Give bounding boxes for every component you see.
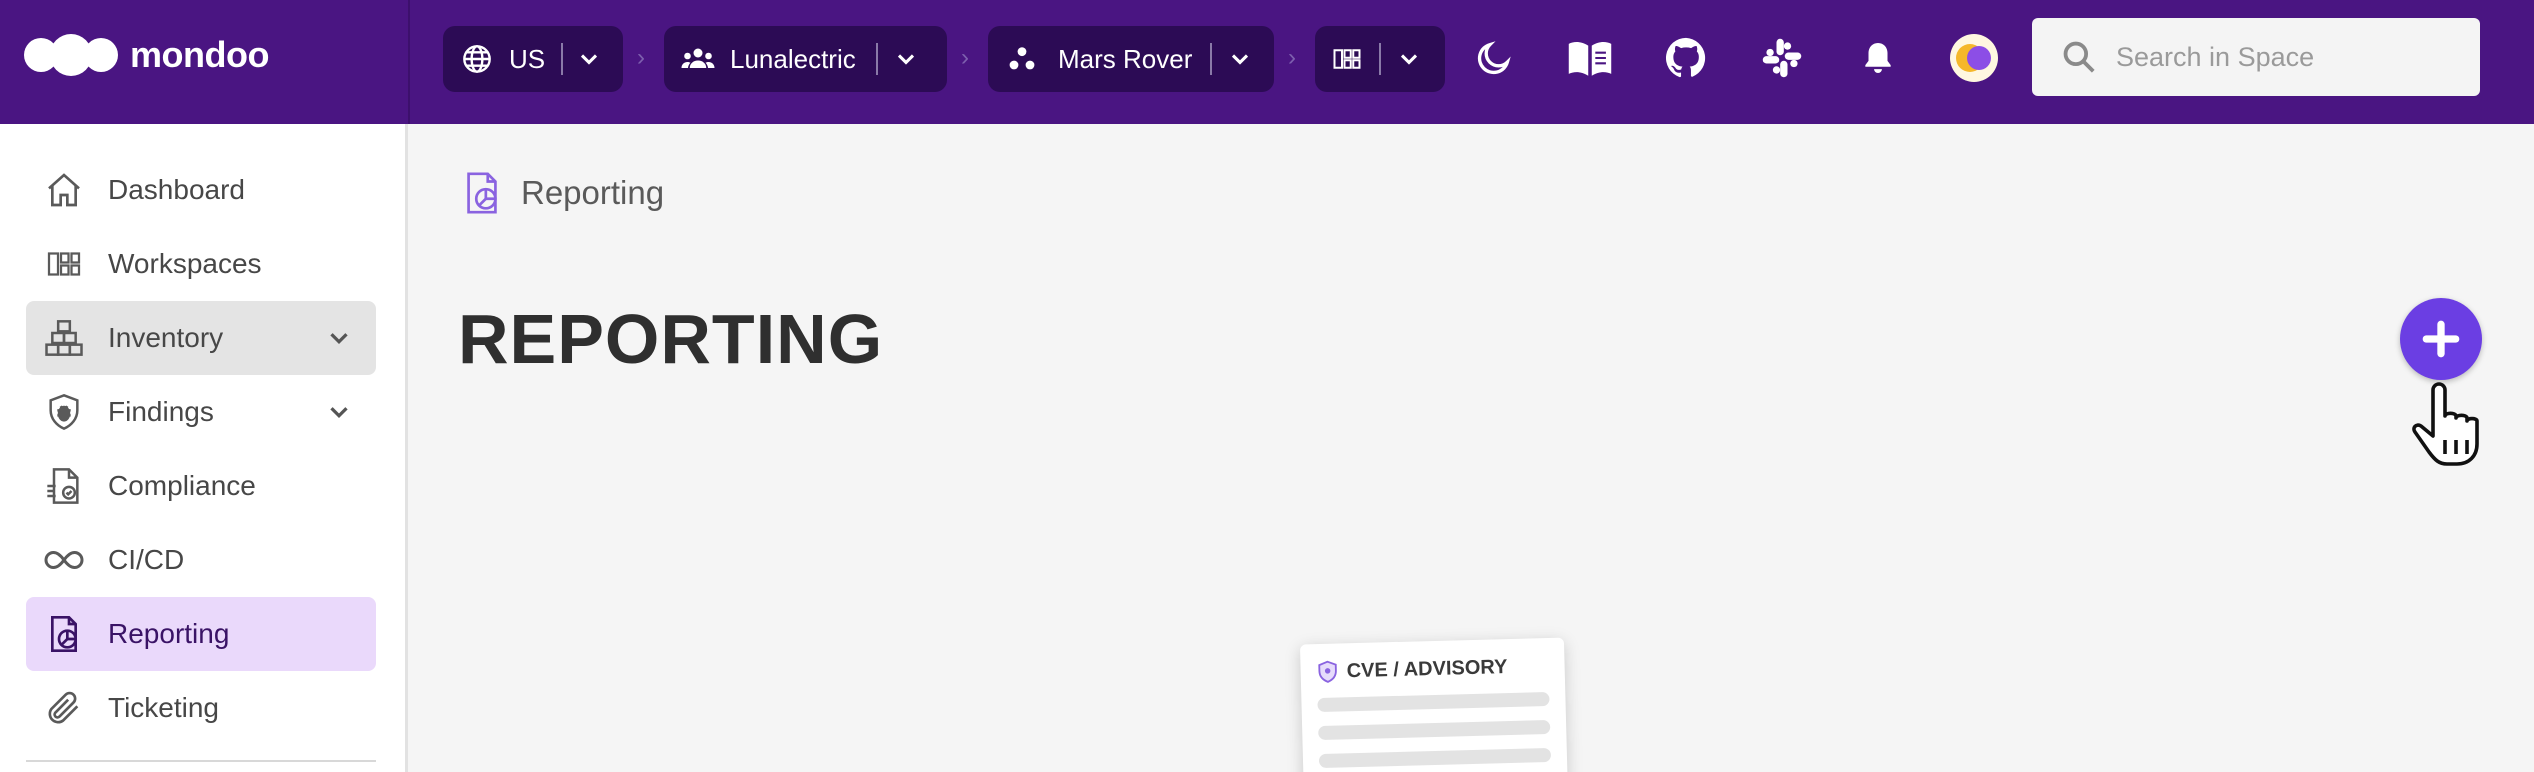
organization-selector[interactable]: Lunalectric xyxy=(664,26,947,92)
top-bar: mondoo US › Lunalectric › Mars Rover › S… xyxy=(0,0,2534,124)
sidebar-item-dashboard[interactable]: Dashboard xyxy=(26,153,376,227)
space-label: Mars Rover xyxy=(1058,43,1193,74)
mondoo-logo[interactable]: mondoo xyxy=(24,34,269,76)
compliance-document-check-icon xyxy=(42,464,86,508)
region-selector[interactable]: US xyxy=(443,26,623,92)
space-selector[interactable]: Mars Rover xyxy=(988,26,1274,92)
workspaces-icon xyxy=(42,242,86,286)
home-icon xyxy=(42,168,86,212)
sidebar-item-label: Dashboard xyxy=(108,174,245,205)
logo-text: mondoo xyxy=(130,34,269,75)
sidebar-item-workspaces[interactable]: Workspaces xyxy=(26,227,376,301)
sidebar-item-cicd[interactable]: CI/CD xyxy=(26,523,376,597)
breadcrumb-arrow-icon: › xyxy=(961,44,969,71)
crumb-separator xyxy=(1210,43,1213,75)
infinity-icon xyxy=(42,538,86,582)
sidebar-item-findings[interactable]: Findings xyxy=(26,375,376,449)
placeholder-line xyxy=(1318,747,1552,769)
breadcrumb-arrow-icon: › xyxy=(1288,44,1296,71)
slack-icon[interactable] xyxy=(1758,34,1806,82)
crumb-separator xyxy=(875,43,878,75)
organization-label: Lunalectric xyxy=(730,43,856,74)
empty-state-illustration-card: CVE / ADVISORY xyxy=(1299,637,1569,772)
chevron-down-icon[interactable] xyxy=(892,45,920,73)
findings-shield-bug-icon xyxy=(42,390,86,434)
placeholder-line xyxy=(1317,691,1550,713)
space-icon xyxy=(1004,41,1040,77)
sidebar-item-label: CI/CD xyxy=(108,544,185,575)
sidebar: Dashboard Workspaces Inventory Findings … xyxy=(0,124,408,772)
breadcrumb-arrow-icon: › xyxy=(637,44,645,71)
github-icon[interactable] xyxy=(1662,34,1710,82)
reporting-document-icon xyxy=(42,612,86,656)
sidebar-item-label: Findings xyxy=(108,396,214,427)
paperclip-icon xyxy=(42,686,86,730)
group-icon xyxy=(680,41,716,77)
chevron-down-icon[interactable] xyxy=(324,323,354,353)
crumb-separator xyxy=(561,43,564,75)
search-box[interactable] xyxy=(2032,18,2480,96)
chevron-down-icon[interactable] xyxy=(324,397,354,427)
breadcrumb: Reporting xyxy=(459,170,664,216)
inventory-boxes-icon xyxy=(42,316,86,360)
user-avatar[interactable] xyxy=(1950,34,1998,82)
page-title: REPORTING xyxy=(458,300,884,378)
placeholder-line xyxy=(1318,719,1551,741)
sidebar-item-label: Inventory xyxy=(108,322,224,353)
docs-book-icon[interactable] xyxy=(1566,34,1614,82)
sidebar-item-ticketing[interactable]: Ticketing xyxy=(26,671,376,745)
dark-mode-icon[interactable] xyxy=(1470,34,1518,82)
main-content: Reporting REPORTING CVE / ADVISORY xyxy=(411,124,2534,772)
search-icon xyxy=(2060,38,2098,76)
card-title: CVE / ADVISORY xyxy=(1346,655,1508,682)
sidebar-divider xyxy=(26,760,376,762)
breadcrumb-label[interactable]: Reporting xyxy=(521,174,664,212)
add-report-button[interactable] xyxy=(2400,298,2482,380)
workspace-selector[interactable] xyxy=(1315,26,1445,92)
sidebar-item-label: Reporting xyxy=(108,618,230,649)
sidebar-item-reporting[interactable]: Reporting xyxy=(26,597,376,671)
reporting-document-icon xyxy=(459,170,505,216)
sidebar-item-compliance[interactable]: Compliance xyxy=(26,449,376,523)
sidebar-item-inventory[interactable]: Inventory xyxy=(26,301,376,375)
chevron-down-icon[interactable] xyxy=(1226,45,1254,73)
crumb-separator xyxy=(1379,43,1381,75)
sidebar-item-label: Workspaces xyxy=(108,248,262,279)
workspaces-icon xyxy=(1329,41,1365,77)
chevron-down-icon[interactable] xyxy=(1395,45,1423,73)
notifications-bell-icon[interactable] xyxy=(1854,34,1902,82)
hand-pointer-cursor-icon xyxy=(2411,382,2483,466)
mondoo-logo-icon xyxy=(24,34,118,76)
sidebar-item-label: Compliance xyxy=(108,470,256,501)
chevron-down-icon[interactable] xyxy=(575,45,603,73)
topbar-divider xyxy=(408,0,410,124)
plus-icon xyxy=(2419,317,2463,361)
globe-icon xyxy=(459,41,495,77)
sidebar-item-label: Ticketing xyxy=(108,692,220,723)
search-input[interactable] xyxy=(2116,41,2456,73)
region-label: US xyxy=(509,43,546,74)
shield-icon xyxy=(1316,659,1339,684)
